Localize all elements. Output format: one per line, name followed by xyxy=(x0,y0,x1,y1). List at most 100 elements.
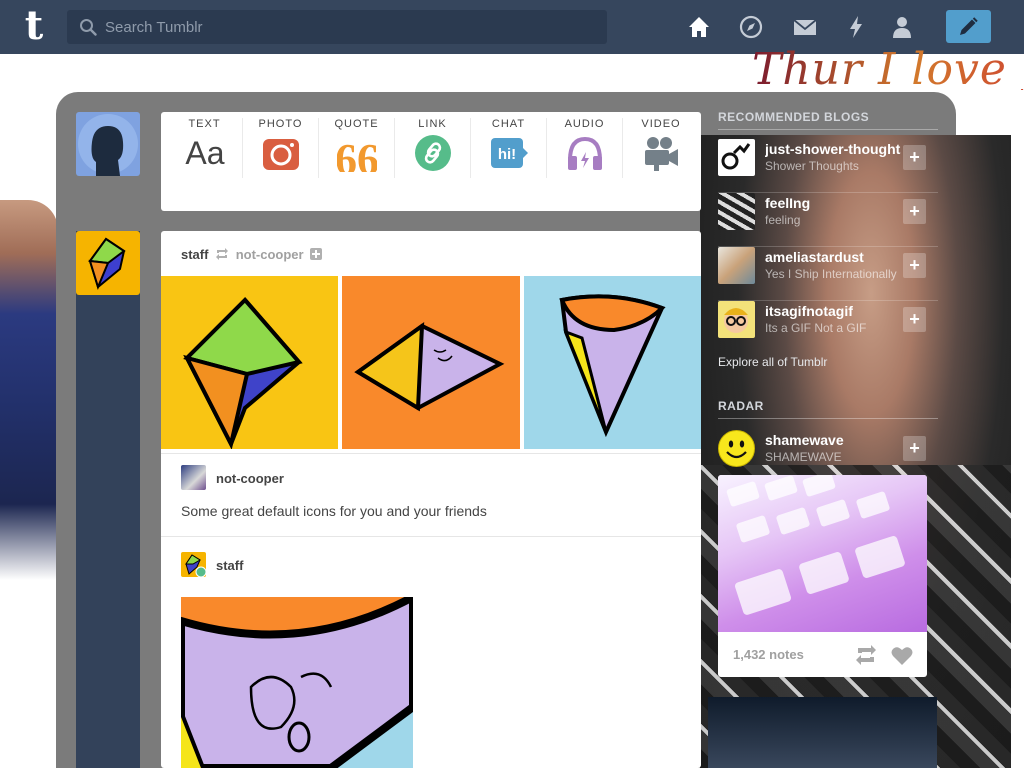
lightbulb-icon xyxy=(721,143,751,170)
compose-button[interactable] xyxy=(946,10,991,43)
home-icon[interactable] xyxy=(686,14,712,40)
post-type-label: CHAT xyxy=(491,118,526,130)
blog-avatar[interactable] xyxy=(718,139,755,176)
section-divider xyxy=(161,536,701,537)
staff-mini-avatar[interactable] xyxy=(181,552,207,578)
reblog-icon[interactable] xyxy=(855,645,877,665)
staff-avatar[interactable] xyxy=(76,231,140,295)
recommended-blog-row[interactable]: itsagifnotagif Its a GIF Not a GIF + xyxy=(718,301,938,355)
reblog-icon xyxy=(216,248,229,260)
blog-avatar[interactable] xyxy=(718,193,755,230)
background-photo-strip xyxy=(708,697,937,768)
video-camera-icon xyxy=(645,137,678,171)
sidebar-rule xyxy=(718,129,938,130)
reblogged-from-link[interactable]: not-cooper xyxy=(236,247,304,262)
not-cooper-avatar[interactable] xyxy=(181,465,206,490)
post-type-label: PHOTO xyxy=(258,118,303,130)
link-icon xyxy=(414,135,451,171)
blog-name[interactable]: just-shower-thoughts xyxy=(765,141,901,157)
glasses-face-icon xyxy=(724,308,748,333)
post-caption: Some great default icons for you and you… xyxy=(181,503,487,519)
svg-text:hi!: hi! xyxy=(497,146,515,163)
photo-tile-blue-kite[interactable] xyxy=(524,276,701,449)
blog-avatar[interactable] xyxy=(718,430,755,467)
my-avatar[interactable] xyxy=(76,112,140,176)
recommended-blog-row[interactable]: just-shower-thoughts Shower Thoughts + xyxy=(718,139,938,193)
blog-name[interactable]: feelIng xyxy=(765,195,901,211)
post-header: staff not-cooper xyxy=(181,247,323,263)
kite-avatar-icon xyxy=(185,554,207,578)
blog-title: SHAMEWAVE xyxy=(765,450,842,464)
inbox-icon[interactable] xyxy=(792,14,818,40)
post-type-text[interactable]: TEXT Aa xyxy=(167,118,243,178)
explore-all-link[interactable]: Explore all of Tumblr xyxy=(718,355,827,369)
quote-icon: 66 xyxy=(337,135,377,172)
radar-post-card[interactable]: 1,432 notes xyxy=(718,475,927,677)
pencil-icon xyxy=(960,17,978,35)
svg-text:66: 66 xyxy=(337,135,377,172)
blog-name[interactable]: itsagifnotagif xyxy=(765,303,901,319)
default-avatar-silhouette xyxy=(78,114,138,176)
search-box[interactable] xyxy=(67,10,607,44)
search-input[interactable] xyxy=(105,10,595,44)
post-type-video[interactable]: VIDEO xyxy=(623,118,699,178)
source-username[interactable]: not-cooper xyxy=(216,471,284,486)
reblog-username[interactable]: staff xyxy=(216,558,243,573)
section-divider xyxy=(161,453,701,454)
photo-tile-orange-kite[interactable] xyxy=(342,276,520,449)
post-type-label: VIDEO xyxy=(641,118,681,130)
post-type-label: QUOTE xyxy=(334,118,379,130)
notes-count[interactable]: 1,432 notes xyxy=(733,647,804,662)
post-type-label: TEXT xyxy=(188,118,221,130)
background-photo-left xyxy=(0,200,58,580)
follow-button[interactable]: + xyxy=(903,145,926,170)
post-type-label: LINK xyxy=(418,118,447,130)
blog-title: Yes I Ship Internationally xyxy=(765,267,897,281)
follow-button[interactable]: + xyxy=(903,199,926,224)
kite-avatar-icon xyxy=(88,237,126,290)
chat-icon: hi! xyxy=(490,138,528,168)
post-type-quote[interactable]: QUOTE 66 xyxy=(319,118,395,178)
post-type-audio[interactable]: AUDIO xyxy=(547,118,623,178)
blog-title: Its a GIF Not a GIF xyxy=(765,321,867,335)
blog-title: feeling xyxy=(765,213,801,227)
text-icon: Aa xyxy=(185,135,224,171)
follow-button[interactable]: + xyxy=(903,307,926,332)
blog-avatar[interactable] xyxy=(718,247,755,284)
post-card: staff not-cooper not-cooper Some great d… xyxy=(161,231,701,768)
blog-avatar[interactable] xyxy=(718,301,755,338)
reblog-photo-kite-closeup[interactable] xyxy=(181,597,413,768)
blog-name[interactable]: ameliastardust xyxy=(765,249,901,265)
follow-plus-icon[interactable] xyxy=(310,248,323,260)
heart-icon[interactable] xyxy=(891,646,913,666)
recommended-blogs-heading: RECOMMENDED BLOGS xyxy=(718,110,870,124)
recommended-blog-row[interactable]: ameliastardust Yes I Ship Internationall… xyxy=(718,247,938,301)
svg-text:Aa: Aa xyxy=(185,135,224,171)
post-type-link[interactable]: LINK xyxy=(395,118,471,178)
post-author-link[interactable]: staff xyxy=(181,247,208,262)
post-type-photo[interactable]: PHOTO xyxy=(243,118,319,178)
blog-name[interactable]: shamewave xyxy=(765,432,901,448)
photo-tile-yellow-kite[interactable] xyxy=(161,276,338,449)
follow-button[interactable]: + xyxy=(903,253,926,278)
activity-icon[interactable] xyxy=(843,14,869,40)
left-rail xyxy=(76,231,140,768)
recommended-blog-row[interactable]: feelIng feeling + xyxy=(718,193,938,247)
post-type-bar: TEXT Aa PHOTO QUOTE 66 LINK CHAT hi! AUD… xyxy=(161,112,701,211)
headphones-icon xyxy=(567,136,602,170)
post-type-label: AUDIO xyxy=(564,118,605,130)
search-icon xyxy=(80,19,97,36)
background-script-text: Thur I love yo xyxy=(752,44,1024,90)
explore-icon[interactable] xyxy=(738,14,764,40)
camera-icon xyxy=(262,139,299,170)
radar-photo-keyboard[interactable] xyxy=(718,475,927,632)
post-type-chat[interactable]: CHAT hi! xyxy=(471,118,547,178)
tumblr-logo[interactable]: t xyxy=(14,6,54,48)
account-icon[interactable] xyxy=(889,14,915,40)
sidebar-rule xyxy=(718,418,938,419)
smiley-icon xyxy=(718,430,755,467)
radar-heading: RADAR xyxy=(718,399,764,413)
blog-title: Shower Thoughts xyxy=(765,159,859,173)
follow-button[interactable]: + xyxy=(903,436,926,461)
keyboard-keys-graphic xyxy=(726,475,905,615)
